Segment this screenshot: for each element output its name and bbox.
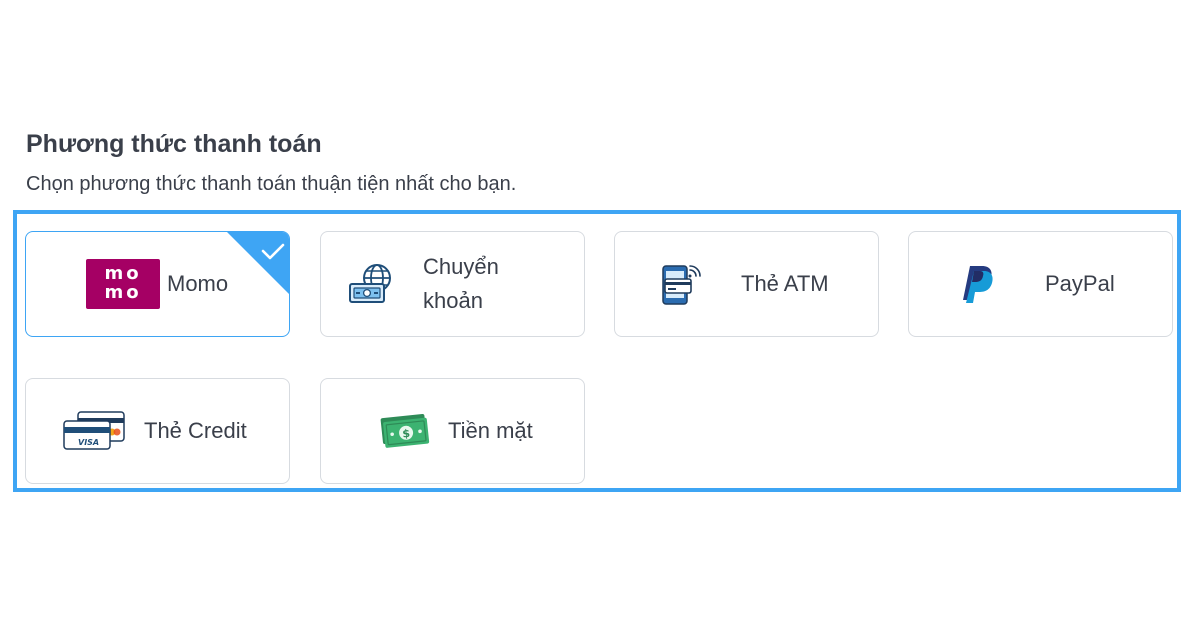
payment-option-label: Thẻ ATM xyxy=(741,271,829,296)
payment-option-label: Thẻ Credit xyxy=(144,418,247,443)
payment-option-atm-card[interactable]: Thẻ ATM xyxy=(614,231,879,337)
bank-transfer-icon xyxy=(349,264,391,303)
atm-card-phone-icon xyxy=(662,265,701,305)
section-subtitle: Chọn phương thức thanh toán thuận tiện n… xyxy=(26,173,517,195)
credit-card-icon: VISA xyxy=(63,411,125,450)
payment-option-label-line-2: khoản xyxy=(423,288,483,313)
momo-logo-text-top: mo xyxy=(104,263,142,284)
paypal-icon xyxy=(963,266,993,303)
momo-logo: mo mo xyxy=(86,259,160,309)
section-title: Phương thức thanh toán xyxy=(26,130,322,158)
payment-option-paypal[interactable]: PayPal xyxy=(908,231,1173,337)
visa-text: VISA xyxy=(78,438,99,447)
payment-option-bank-transfer[interactable]: Chuyển khoản xyxy=(320,231,585,337)
momo-logo-text-bottom: mo xyxy=(104,282,142,303)
payment-option-label: Tiền mặt xyxy=(448,418,533,443)
payment-option-cash[interactable]: $ Tiền mặt xyxy=(320,378,585,484)
selected-check-icon xyxy=(227,232,289,294)
payment-option-label: PayPal xyxy=(1045,271,1115,296)
svg-text:$: $ xyxy=(402,427,411,441)
payment-option-credit-card[interactable]: VISA Thẻ Credit xyxy=(25,378,290,484)
payment-option-momo[interactable]: mo mo Momo xyxy=(25,231,290,337)
cash-icon: $ xyxy=(380,413,430,448)
payment-option-label: Momo xyxy=(167,271,229,296)
payment-option-label-line-1: Chuyển xyxy=(423,254,499,279)
payment-option-label: Chuyển khoản xyxy=(423,250,499,318)
